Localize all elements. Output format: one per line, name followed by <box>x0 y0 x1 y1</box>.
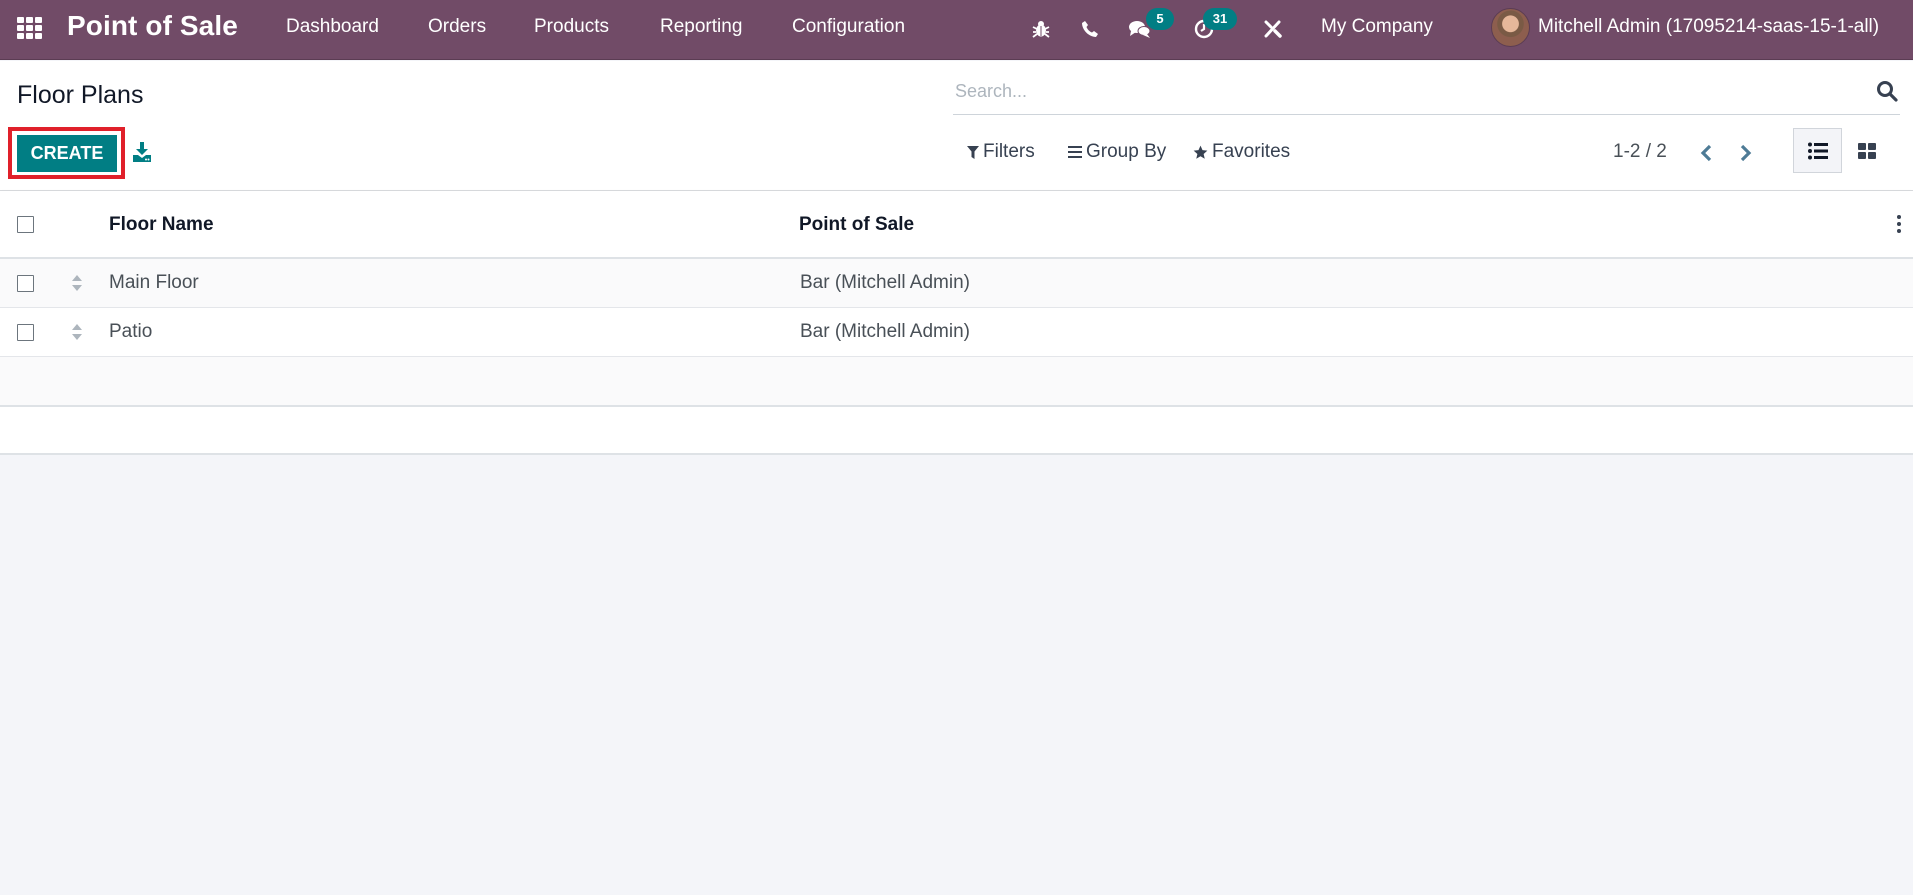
create-button[interactable]: CREATE <box>17 135 117 172</box>
table-row[interactable]: Patio Bar (Mitchell Admin) <box>0 308 1913 357</box>
search-bar <box>953 69 1900 115</box>
menu-dashboard[interactable]: Dashboard <box>286 16 379 38</box>
filters-label: Filters <box>983 141 1035 162</box>
cell-point-of-sale: Bar (Mitchell Admin) <box>800 272 970 293</box>
control-panel: Floor Plans CREATE Filters Group By Favo… <box>0 61 1913 191</box>
row-checkbox[interactable] <box>17 275 34 292</box>
messages-badge: 5 <box>1146 8 1174 30</box>
apps-menu-icon[interactable] <box>17 17 43 43</box>
empty-row <box>0 357 1913 407</box>
filters-button[interactable]: Filters <box>967 141 1035 163</box>
table-header: Floor Name Point of Sale <box>0 191 1913 259</box>
search-icon[interactable] <box>1876 80 1898 102</box>
company-switcher[interactable]: My Company <box>1321 16 1433 38</box>
list-view-button[interactable] <box>1793 128 1842 173</box>
list-icon <box>1807 142 1828 159</box>
row-checkbox[interactable] <box>17 324 34 341</box>
cell-floor-name: Main Floor <box>109 272 199 293</box>
optional-columns-icon[interactable] <box>1895 215 1903 235</box>
menu-configuration[interactable]: Configuration <box>792 16 905 38</box>
kanban-view-button[interactable] <box>1849 128 1885 173</box>
column-header-point-of-sale[interactable]: Point of Sale <box>799 214 914 236</box>
drag-handle-icon[interactable] <box>71 274 83 292</box>
activities-badge: 31 <box>1203 8 1237 30</box>
search-input[interactable] <box>955 77 1835 105</box>
download-icon[interactable] <box>132 141 152 163</box>
phone-icon[interactable] <box>1077 16 1103 42</box>
menu-products[interactable]: Products <box>534 16 609 38</box>
tools-icon[interactable] <box>1260 16 1286 42</box>
cell-floor-name: Patio <box>109 321 153 342</box>
table-footer <box>0 407 1913 455</box>
top-navbar: Point of Sale Dashboard Orders Products … <box>0 0 1913 60</box>
menu-reporting[interactable]: Reporting <box>660 16 742 38</box>
floor-plans-table: Floor Name Point of Sale Main Floor Bar … <box>0 191 1913 455</box>
star-icon <box>1193 145 1208 159</box>
drag-handle-icon[interactable] <box>71 323 83 341</box>
menu-orders[interactable]: Orders <box>428 16 486 38</box>
table-row[interactable]: Main Floor Bar (Mitchell Admin) <box>0 259 1913 308</box>
page-title: Floor Plans <box>17 81 144 109</box>
group-by-button[interactable]: Group By <box>1068 141 1166 163</box>
bars-icon <box>1068 146 1082 158</box>
app-brand[interactable]: Point of Sale <box>67 10 238 42</box>
group-by-label: Group By <box>1086 141 1167 162</box>
user-avatar[interactable] <box>1491 8 1530 47</box>
select-all-checkbox[interactable] <box>17 216 34 233</box>
bug-icon[interactable] <box>1028 16 1054 42</box>
favorites-label: Favorites <box>1212 141 1291 162</box>
kanban-icon <box>1858 142 1876 159</box>
favorites-button[interactable]: Favorites <box>1193 141 1290 163</box>
user-menu[interactable]: Mitchell Admin (17095214-saas-15-1-all) <box>1538 16 1879 38</box>
pager-next-icon[interactable] <box>1736 141 1756 165</box>
pager-previous-icon[interactable] <box>1696 141 1716 165</box>
filter-icon <box>967 145 979 159</box>
cell-point-of-sale: Bar (Mitchell Admin) <box>800 321 970 342</box>
column-header-floor-name[interactable]: Floor Name <box>109 214 214 236</box>
pager-value[interactable]: 1-2 / 2 <box>1613 141 1667 163</box>
